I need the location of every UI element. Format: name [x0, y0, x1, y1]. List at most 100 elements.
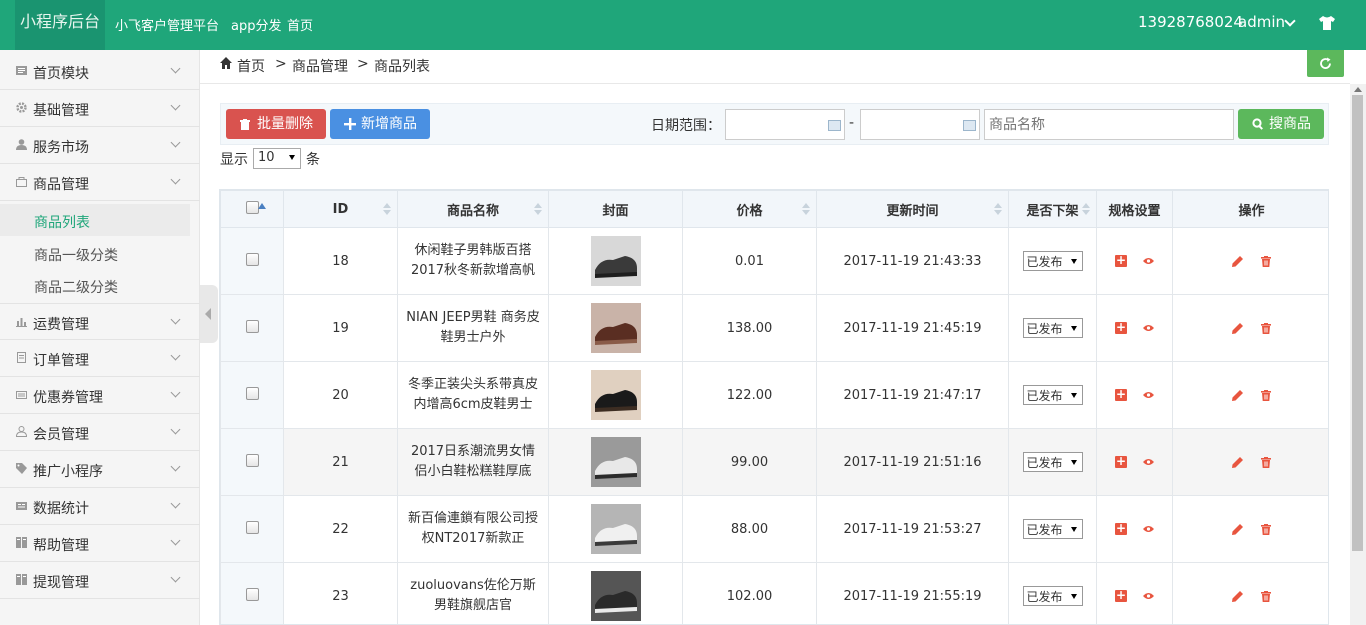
refresh-button[interactable]: [1307, 50, 1344, 77]
sidebar-item-members[interactable]: 会员管理: [0, 414, 200, 451]
row-checkbox[interactable]: [245, 386, 259, 400]
add-spec-icon[interactable]: +: [1115, 254, 1127, 267]
status-select[interactable]: 已发布: [1022, 385, 1083, 405]
calendar-icon[interactable]: [963, 120, 976, 131]
sidebar-item-promotion[interactable]: 推广小程序: [0, 451, 200, 488]
sidebar-item-home-module[interactable]: 首页模块: [0, 53, 200, 90]
row-select-cell[interactable]: [220, 428, 284, 496]
product-thumbnail[interactable]: [590, 571, 641, 621]
row-checkbox[interactable]: [245, 252, 259, 266]
chevron-down-icon[interactable]: [1284, 15, 1296, 27]
user-menu[interactable]: admin: [1238, 13, 1285, 31]
table-row[interactable]: 21 2017日系潮流男女情侣小白鞋松糕鞋厚底 99.00 2017-11-19 21…: [220, 428, 1328, 496]
sidebar-item-statistics[interactable]: 数据统计: [0, 488, 200, 525]
breadcrumb-products[interactable]: 商品管理: [292, 56, 348, 76]
edit-pencil-icon[interactable]: [1232, 523, 1243, 535]
delete-trash-icon[interactable]: [1261, 389, 1271, 401]
nav-app-link[interactable]: app分发: [231, 15, 281, 34]
sidebar-item-market[interactable]: 服务市场: [0, 127, 200, 164]
add-spec-icon[interactable]: +: [1115, 388, 1127, 401]
status-select[interactable]: 已发布: [1022, 586, 1083, 606]
delete-trash-icon[interactable]: [1261, 322, 1271, 334]
product-thumbnail[interactable]: [590, 303, 641, 353]
sidebar-item-products[interactable]: 商品管理: [0, 164, 200, 201]
add-product-button[interactable]: 新增商品: [330, 109, 430, 139]
add-spec-icon[interactable]: +: [1115, 321, 1127, 334]
search-products-button[interactable]: 搜商品: [1238, 109, 1324, 139]
edit-pencil-icon[interactable]: [1232, 322, 1243, 334]
add-spec-icon[interactable]: +: [1115, 589, 1127, 602]
add-spec-icon[interactable]: +: [1115, 455, 1127, 468]
table-row[interactable]: 22 新百倫連鎖有限公司授权NT2017新款正 88.00 2017-11-19 21…: [220, 495, 1328, 563]
view-spec-eye-icon[interactable]: [1143, 391, 1154, 399]
column-header-updated[interactable]: 更新时间: [816, 190, 1009, 228]
sidebar-item-freight[interactable]: 运费管理: [0, 303, 200, 340]
row-checkbox[interactable]: [245, 453, 259, 467]
table-row[interactable]: 23 zuoluovans佐伦万斯男鞋旗舰店官 102.00 2017-11-19 2…: [220, 562, 1328, 624]
table-row[interactable]: 18 休闲鞋子男韩版百搭2017秋冬新款增高帆 0.01 2017-11-19 21:…: [220, 227, 1328, 295]
sort-icon[interactable]: [1082, 203, 1090, 217]
row-checkbox[interactable]: [245, 319, 259, 333]
add-spec-icon[interactable]: +: [1115, 522, 1127, 535]
view-spec-eye-icon[interactable]: [1143, 257, 1154, 265]
table-row[interactable]: 20 冬季正装尖头系带真皮内增高6cm皮鞋男士 122.00 2017-11-19 2…: [220, 361, 1328, 429]
edit-pencil-icon[interactable]: [1232, 255, 1243, 267]
product-thumbnail[interactable]: [590, 236, 641, 286]
delete-trash-icon[interactable]: [1261, 523, 1271, 535]
select-all-header[interactable]: [220, 190, 284, 228]
page-scrollbar[interactable]: [1350, 84, 1366, 625]
sort-icon[interactable]: [383, 203, 391, 217]
sort-icon[interactable]: [802, 203, 810, 217]
calendar-icon[interactable]: [828, 120, 841, 131]
sidebar-item-basic[interactable]: 基础管理: [0, 90, 200, 127]
sidebar-subitem-product-list[interactable]: 商品列表: [0, 204, 190, 236]
status-select[interactable]: 已发布: [1022, 519, 1083, 539]
row-checkbox[interactable]: [245, 587, 259, 601]
date-start-input[interactable]: [725, 109, 845, 140]
column-header-status[interactable]: 是否下架: [1008, 190, 1097, 228]
product-thumbnail[interactable]: [590, 504, 641, 554]
sort-icon[interactable]: [534, 203, 542, 217]
sidebar-subitem-category-2[interactable]: 商品二级分类: [0, 269, 200, 301]
edit-pencil-icon[interactable]: [1232, 456, 1243, 468]
view-spec-eye-icon[interactable]: [1143, 458, 1154, 466]
breadcrumb-home[interactable]: 首页: [237, 56, 265, 76]
column-header-name[interactable]: 商品名称: [397, 190, 549, 228]
sidebar-item-coupons[interactable]: 优惠券管理: [0, 377, 200, 414]
column-header-price[interactable]: 价格: [682, 190, 817, 228]
select-all-checkbox[interactable]: [245, 200, 259, 214]
product-thumbnail[interactable]: [590, 370, 641, 420]
row-select-cell[interactable]: [220, 294, 284, 362]
row-select-cell[interactable]: [220, 562, 284, 624]
row-select-cell[interactable]: [220, 361, 284, 429]
scroll-up-arrow-icon[interactable]: [1354, 87, 1362, 92]
edit-pencil-icon[interactable]: [1232, 389, 1243, 401]
status-select[interactable]: 已发布: [1022, 251, 1083, 271]
delete-trash-icon[interactable]: [1261, 255, 1271, 267]
sidebar-subitem-category-1[interactable]: 商品一级分类: [0, 237, 200, 269]
date-end-input[interactable]: [860, 109, 980, 140]
sort-icon[interactable]: [994, 203, 1002, 217]
theme-shirt-icon[interactable]: [1318, 15, 1336, 35]
sidebar-collapse-toggle[interactable]: [200, 285, 218, 343]
edit-pencil-icon[interactable]: [1232, 590, 1243, 602]
batch-delete-button[interactable]: 批量删除: [226, 109, 326, 139]
delete-trash-icon[interactable]: [1261, 456, 1271, 468]
sidebar-item-withdraw[interactable]: 提现管理: [0, 562, 200, 599]
sidebar-item-help[interactable]: 帮助管理: [0, 525, 200, 562]
view-spec-eye-icon[interactable]: [1143, 324, 1154, 332]
delete-trash-icon[interactable]: [1261, 590, 1271, 602]
nav-home-link[interactable]: 首页: [287, 15, 313, 34]
column-header-id[interactable]: ID: [283, 190, 398, 228]
product-thumbnail[interactable]: [590, 437, 641, 487]
status-select[interactable]: 已发布: [1022, 318, 1083, 338]
row-select-cell[interactable]: [220, 227, 284, 295]
scrollbar-thumb[interactable]: [1352, 95, 1363, 551]
view-spec-eye-icon[interactable]: [1143, 525, 1154, 533]
sidebar-item-orders[interactable]: 订单管理: [0, 340, 200, 377]
nav-platform-link[interactable]: 小飞客户管理平台: [115, 15, 219, 34]
view-spec-eye-icon[interactable]: [1143, 592, 1154, 600]
row-select-cell[interactable]: [220, 495, 284, 563]
table-row[interactable]: 19 NIAN JEEP男鞋 商务皮鞋男士户外 138.00 2017-11-19 2…: [220, 294, 1328, 362]
product-name-search-input[interactable]: [984, 109, 1234, 140]
